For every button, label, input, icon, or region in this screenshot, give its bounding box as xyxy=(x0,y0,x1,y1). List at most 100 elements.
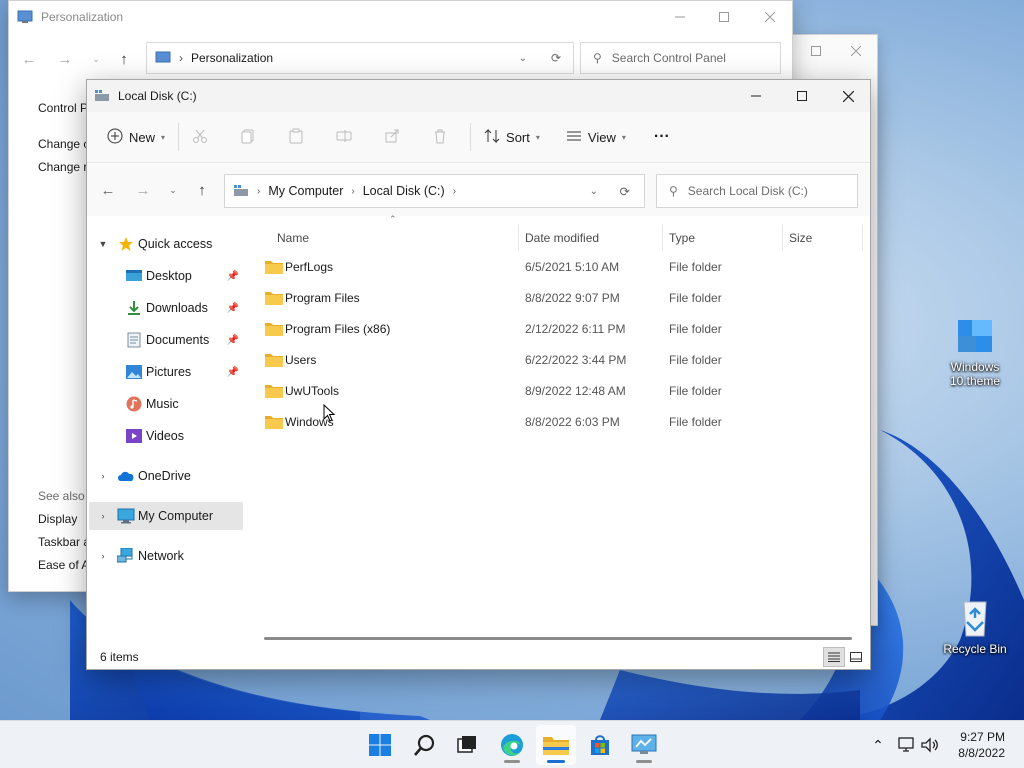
window-title: Personalization xyxy=(41,10,124,24)
column-header-type[interactable]: Type xyxy=(669,225,695,251)
breadcrumb-my-computer[interactable]: My Computer xyxy=(268,184,343,198)
details-view-icon xyxy=(828,652,840,662)
close-button[interactable] xyxy=(833,35,879,67)
new-button[interactable]: New ▾ xyxy=(99,121,173,153)
nav-item-my-computer[interactable]: › My Computer xyxy=(89,502,243,530)
recent-locations-button[interactable]: ⌄ xyxy=(159,176,187,204)
volume-tray-button[interactable] xyxy=(920,735,940,755)
chevron-right-icon[interactable]: › xyxy=(97,511,109,521)
column-header-name[interactable]: Name xyxy=(277,225,309,251)
nav-item-pictures[interactable]: Pictures 📌 xyxy=(89,358,243,386)
divider xyxy=(178,123,180,151)
file-type: File folder xyxy=(669,291,722,305)
up-button[interactable]: ↑ xyxy=(110,45,138,73)
share-button[interactable] xyxy=(376,121,408,153)
nav-item-downloads[interactable]: Downloads 📌 xyxy=(89,294,243,322)
up-button[interactable]: ↑ xyxy=(188,176,216,204)
delete-button[interactable] xyxy=(424,121,456,153)
see-also-ease-link[interactable]: Ease of A xyxy=(38,558,89,572)
column-divider[interactable] xyxy=(782,225,783,251)
close-button[interactable] xyxy=(747,1,793,33)
folder-icon xyxy=(265,414,283,430)
back-button[interactable]: ← xyxy=(15,45,43,73)
file-explorer-window[interactable]: Local Disk (C:) New ▾ Sort ▾ View ▾ ··· xyxy=(86,79,871,670)
file-type: File folder xyxy=(669,384,722,398)
control-panel-home-link[interactable]: Control P xyxy=(38,101,88,115)
start-button[interactable] xyxy=(360,725,400,765)
arrow-left-icon: ← xyxy=(100,181,116,199)
rename-icon xyxy=(336,128,352,147)
nav-item-onedrive[interactable]: › OneDrive xyxy=(89,462,243,490)
forward-button[interactable]: → xyxy=(51,45,79,73)
mouse-cursor-icon xyxy=(323,404,335,422)
column-divider[interactable] xyxy=(518,225,519,251)
see-also-display-link[interactable]: Display xyxy=(38,512,77,526)
chevron-down-icon[interactable]: ⌄ xyxy=(519,53,527,64)
chevron-down-icon[interactable]: ⌄ xyxy=(590,186,598,197)
pictures-icon xyxy=(125,363,143,381)
table-row[interactable]: Windows 8/8/2022 6:03 PM File folder xyxy=(261,407,861,437)
address-bar[interactable]: › My Computer › Local Disk (C:) › ⌄ ⟳ xyxy=(224,174,645,208)
address-text[interactable]: Personalization xyxy=(191,51,273,65)
refresh-icon[interactable]: ⟳ xyxy=(620,184,630,199)
recent-locations-button[interactable]: ⌄ xyxy=(82,45,110,73)
column-header-size[interactable]: Size xyxy=(789,225,812,251)
refresh-icon[interactable]: ⟳ xyxy=(551,51,561,65)
desktop-icon-windows-theme[interactable]: Windows 10.theme xyxy=(940,314,1010,388)
desktop-icon-recycle-bin[interactable]: Recycle Bin xyxy=(940,596,1010,656)
large-icons-view-button[interactable] xyxy=(845,647,867,667)
search-taskbar-button[interactable] xyxy=(405,725,445,765)
more-options-button[interactable]: ··· xyxy=(646,121,678,153)
chevron-down-icon[interactable]: ▼ xyxy=(97,239,109,249)
table-row[interactable]: Program Files 8/8/2022 9:07 PM File fold… xyxy=(261,283,861,313)
copy-button[interactable] xyxy=(232,121,264,153)
table-row[interactable]: UwUTools 8/9/2022 12:48 AM File folder xyxy=(261,376,861,406)
change-link[interactable]: Change r xyxy=(38,160,87,174)
cut-button[interactable] xyxy=(184,121,216,153)
edge-taskbar-button[interactable] xyxy=(492,725,532,765)
rename-button[interactable] xyxy=(328,121,360,153)
details-view-button[interactable] xyxy=(823,647,845,667)
nav-item-network[interactable]: › Network xyxy=(89,542,243,570)
table-row[interactable]: Users 6/22/2022 3:44 PM File folder xyxy=(261,345,861,375)
nav-item-desktop[interactable]: Desktop 📌 xyxy=(89,262,243,290)
paste-button[interactable] xyxy=(280,121,312,153)
horizontal-scrollbar[interactable] xyxy=(264,637,852,640)
show-hidden-icons-button[interactable]: ⌃ xyxy=(868,735,888,755)
minimize-button[interactable] xyxy=(733,80,779,112)
column-divider[interactable] xyxy=(662,225,663,251)
view-button[interactable]: View ▾ xyxy=(558,121,634,153)
sort-label: Sort xyxy=(506,129,530,145)
maximize-button[interactable] xyxy=(779,80,825,112)
breadcrumb-local-disk[interactable]: Local Disk (C:) xyxy=(363,184,445,198)
column-header-date[interactable]: Date modified xyxy=(525,225,599,251)
clock[interactable]: 9:27 PM 8/8/2022 xyxy=(958,729,1005,761)
minimize-button[interactable] xyxy=(657,1,703,33)
table-row[interactable]: PerfLogs 6/5/2021 5:10 AM File folder xyxy=(261,252,861,282)
address-bar[interactable]: › Personalization ⌄ ⟳ xyxy=(146,42,574,74)
see-also-taskbar-link[interactable]: Taskbar a xyxy=(38,535,90,549)
sort-button[interactable]: Sort ▾ xyxy=(476,121,548,153)
maximize-button[interactable] xyxy=(701,1,747,33)
chevron-right-icon[interactable]: › xyxy=(97,471,109,481)
control-panel-taskbar-button[interactable] xyxy=(624,725,664,765)
nav-item-videos[interactable]: Videos xyxy=(89,422,243,450)
search-box[interactable]: ⚲ Search Local Disk (C:) xyxy=(656,174,858,208)
change-link[interactable]: Change c xyxy=(38,137,89,151)
column-divider[interactable] xyxy=(862,225,863,251)
table-row[interactable]: Program Files (x86) 2/12/2022 6:11 PM Fi… xyxy=(261,314,861,344)
task-view-button[interactable] xyxy=(447,725,487,765)
chevron-right-icon[interactable]: › xyxy=(97,551,109,561)
forward-button[interactable]: → xyxy=(129,176,157,204)
close-button[interactable] xyxy=(825,80,871,112)
store-taskbar-button[interactable] xyxy=(580,725,620,765)
search-box[interactable]: ⚲ Search Control Panel xyxy=(580,42,781,74)
back-button[interactable]: ← xyxy=(94,176,122,204)
nav-item-documents[interactable]: Documents 📌 xyxy=(89,326,243,354)
network-tray-button[interactable] xyxy=(896,735,916,755)
nav-item-music[interactable]: Music xyxy=(89,390,243,418)
file-list: ⌃ Name Date modified Type Size PerfLogs … xyxy=(247,214,869,647)
search-icon xyxy=(414,734,435,756)
nav-item-quick-access[interactable]: ▼ Quick access xyxy=(89,230,243,258)
file-explorer-taskbar-button[interactable] xyxy=(536,725,576,765)
